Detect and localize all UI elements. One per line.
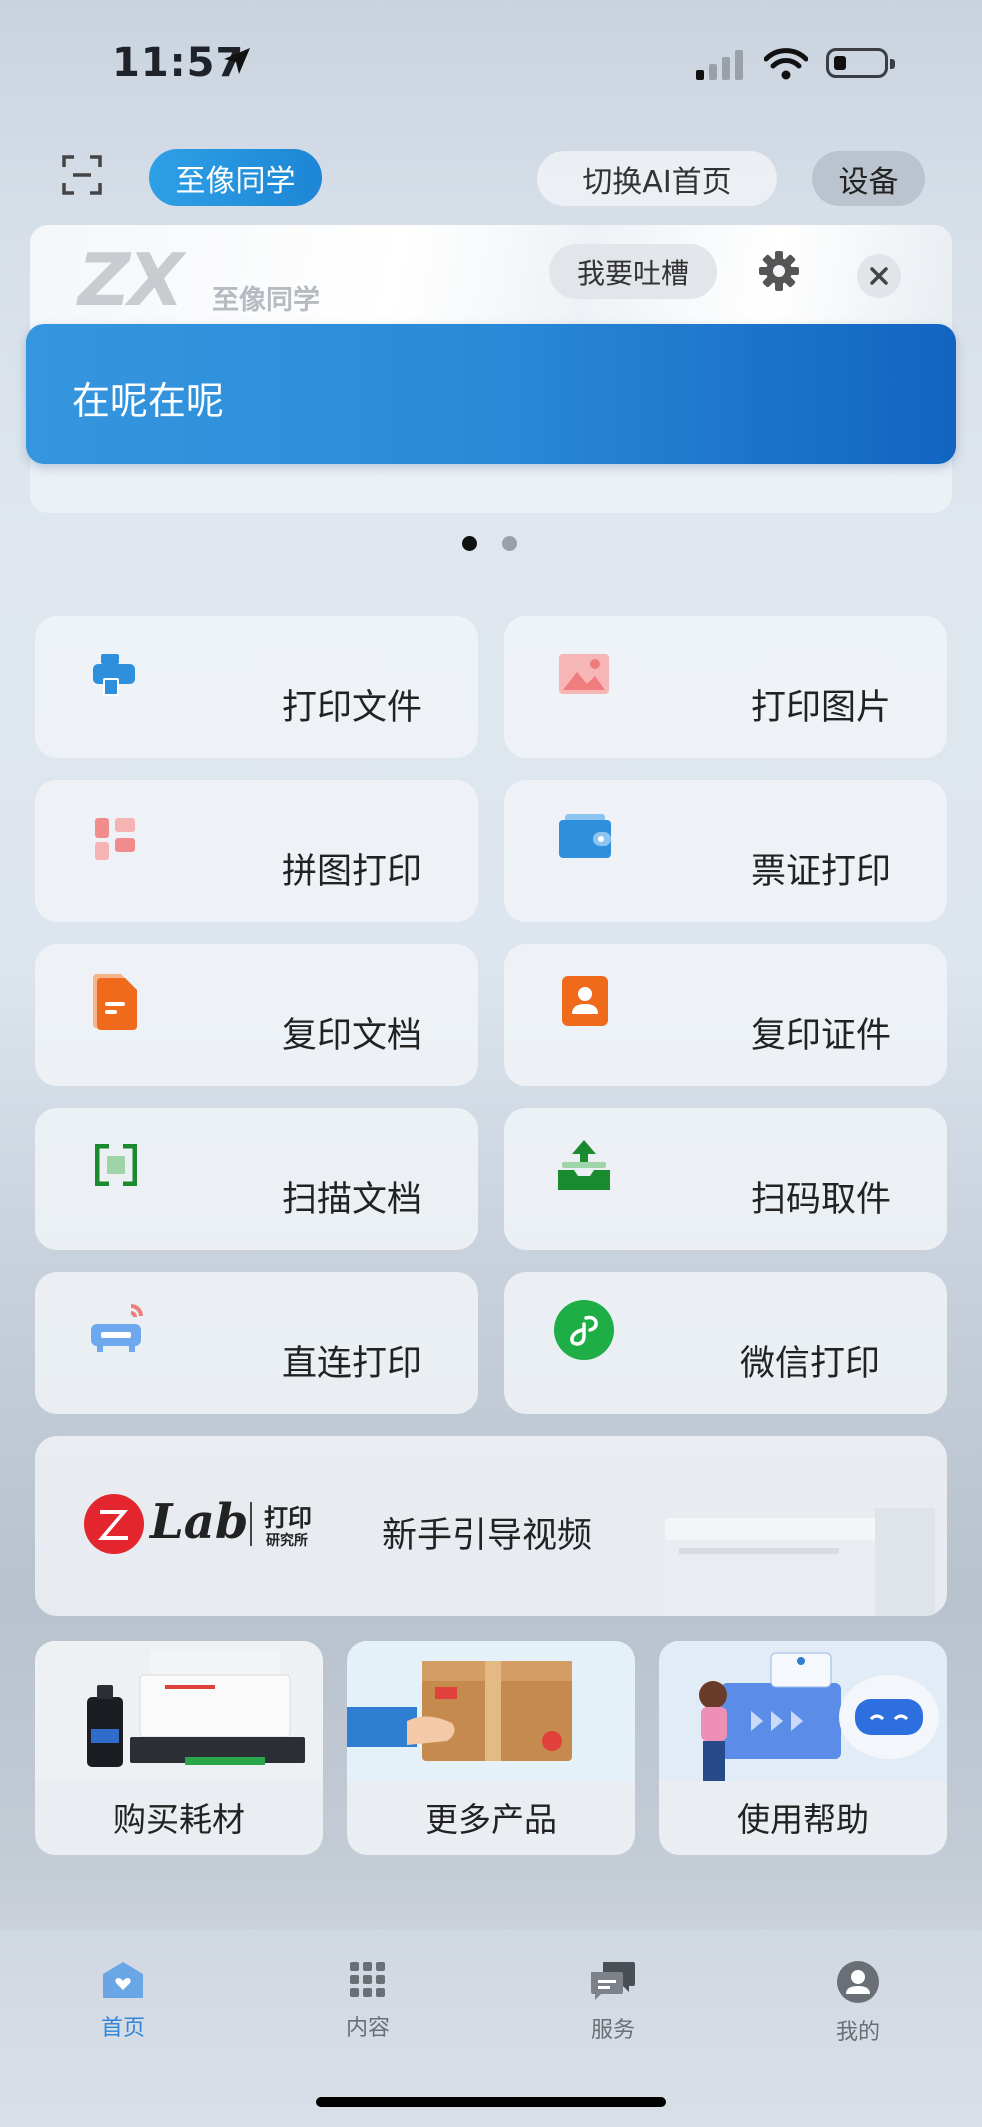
- tab-label: 我的: [835, 2020, 880, 2045]
- feature-label: 扫码取件: [751, 1180, 892, 1220]
- feature-tile-scan-document[interactable]: 扫描文档: [35, 1108, 478, 1250]
- switch-ai-home-button[interactable]: 切换AI首页: [537, 151, 777, 206]
- robot-assistant-image: [699, 1652, 939, 1781]
- printer-illustration: [665, 1508, 935, 1616]
- feature-tile-ticket-print[interactable]: 票证打印: [504, 780, 947, 922]
- zlab-logo-text: Lab: [150, 1494, 249, 1550]
- printer-icon: [93, 654, 135, 696]
- feature-tile-print-image[interactable]: 打印图片: [504, 616, 947, 758]
- wechat-miniprogram-icon: [554, 1300, 614, 1360]
- feature-label: 打印文件: [282, 688, 423, 728]
- gear-icon[interactable]: [757, 249, 801, 293]
- card-buy-supplies[interactable]: 购买耗材: [35, 1641, 323, 1855]
- grid-icon: [350, 1962, 385, 1997]
- carousel-dot-active: [462, 536, 477, 551]
- tab-profile[interactable]: 我的: [798, 1960, 918, 2046]
- feature-tile-wechat-print[interactable]: 微信打印: [504, 1272, 947, 1414]
- wireless-printer-icon: [91, 1304, 143, 1352]
- package-image: [347, 1661, 572, 1761]
- tray-upload-icon: [558, 1140, 610, 1190]
- feature-label: 复印证件: [751, 1016, 892, 1056]
- collage-icon: [95, 818, 135, 860]
- feature-label: 直连打印: [282, 1344, 423, 1384]
- banner-close-button[interactable]: [857, 254, 901, 298]
- carousel-dot: [502, 536, 517, 551]
- zlab-tag-bottom: 研究所: [266, 1533, 308, 1549]
- supplies-illustration: [35, 1641, 323, 1781]
- zlab-divider: [250, 1502, 252, 1546]
- wallet-icon: [559, 814, 611, 858]
- zx-logo: ZX: [78, 238, 184, 322]
- card-label: 使用帮助: [737, 1800, 869, 1839]
- products-illustration: [347, 1641, 635, 1781]
- user-avatar-icon: [837, 1961, 879, 2003]
- scan-frame-icon[interactable]: [60, 153, 104, 197]
- feature-label: 复印文档: [282, 1016, 423, 1056]
- assistant-message: 在呢在呢: [72, 379, 225, 423]
- image-icon: [559, 654, 609, 694]
- feature-tile-collage-print[interactable]: 拼图打印: [35, 780, 478, 922]
- device-button[interactable]: 设备: [812, 151, 925, 206]
- scan-icon: [95, 1144, 137, 1186]
- help-illustration: [659, 1641, 947, 1781]
- feature-tile-scan-pickup[interactable]: 扫码取件: [504, 1108, 947, 1250]
- wifi-icon: [764, 48, 808, 80]
- feature-label: 票证打印: [751, 852, 892, 892]
- tab-home[interactable]: 首页: [63, 1960, 183, 2042]
- tab-label: 内容: [345, 2016, 390, 2041]
- zx-logo-subtitle: 至像同学: [212, 285, 320, 316]
- feature-label: 微信打印: [740, 1344, 881, 1384]
- tab-label: 首页: [100, 2016, 145, 2041]
- z-logo-icon: [84, 1494, 144, 1554]
- brand-pill[interactable]: 至像同学: [149, 149, 322, 206]
- document-icon: [93, 974, 137, 1030]
- cellular-signal-icon: [696, 50, 743, 80]
- card-label: 更多产品: [425, 1800, 557, 1839]
- carousel-dots: [462, 536, 542, 555]
- feature-tile-print-file[interactable]: 打印文件: [35, 616, 478, 758]
- battery-icon: [826, 48, 895, 78]
- location-arrow-icon: [224, 48, 250, 74]
- feature-tile-direct-print[interactable]: 直连打印: [35, 1272, 478, 1414]
- home-indicator[interactable]: [316, 2097, 666, 2107]
- tab-label: 服务: [590, 2018, 635, 2043]
- guide-video-label: 新手引导视频: [382, 1516, 593, 1556]
- close-icon: [870, 267, 888, 285]
- card-more-products[interactable]: 更多产品: [347, 1641, 635, 1855]
- tab-content[interactable]: 内容: [308, 1960, 428, 2042]
- toner-printer-image: [87, 1649, 305, 1767]
- feature-tile-copy-id[interactable]: 复印证件: [504, 944, 947, 1086]
- card-help[interactable]: 使用帮助: [659, 1641, 947, 1855]
- zlab-tag-top: 打印: [264, 1504, 312, 1532]
- complain-button[interactable]: 我要吐槽: [549, 244, 717, 299]
- home-icon: [103, 1962, 143, 1998]
- tab-service[interactable]: 服务: [553, 1960, 673, 2044]
- id-card-icon: [562, 976, 608, 1026]
- chat-bubbles-icon: [591, 1962, 635, 2000]
- feature-label: 拼图打印: [282, 852, 423, 892]
- feature-tile-copy-document[interactable]: 复印文档: [35, 944, 478, 1086]
- feature-label: 扫描文档: [282, 1180, 423, 1220]
- feature-label: 打印图片: [751, 688, 892, 728]
- card-label: 购买耗材: [113, 1800, 245, 1839]
